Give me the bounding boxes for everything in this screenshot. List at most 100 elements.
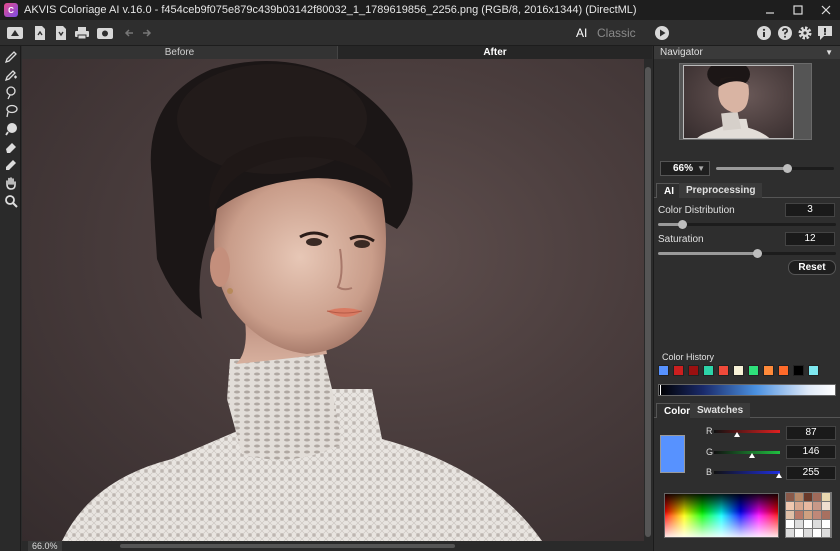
minimize-button[interactable] bbox=[756, 0, 784, 20]
help-button[interactable] bbox=[776, 24, 794, 42]
gradient-left-marker[interactable] bbox=[660, 385, 661, 395]
tab-after[interactable]: After bbox=[337, 46, 652, 59]
vertical-scroll-thumb[interactable] bbox=[645, 67, 651, 537]
mini-swatch[interactable] bbox=[795, 511, 803, 519]
mini-swatch[interactable] bbox=[795, 502, 803, 510]
color-history-swatch[interactable] bbox=[658, 365, 669, 376]
tab-swatches[interactable]: Swatches bbox=[690, 403, 751, 418]
blue-value-field[interactable]: 255 bbox=[786, 466, 836, 480]
mini-swatch-grid[interactable] bbox=[785, 492, 832, 538]
color-history-swatch[interactable] bbox=[793, 365, 804, 376]
color-history-swatch[interactable] bbox=[733, 365, 744, 376]
color-spectrum-picker[interactable] bbox=[664, 493, 779, 538]
mini-swatch[interactable] bbox=[795, 529, 803, 537]
print-button[interactable] bbox=[73, 24, 91, 42]
green-slider-knob[interactable] bbox=[749, 453, 755, 458]
mini-swatch[interactable] bbox=[795, 493, 803, 501]
mini-swatch[interactable] bbox=[813, 502, 821, 510]
mini-swatch[interactable] bbox=[813, 493, 821, 501]
color-history-swatch[interactable] bbox=[673, 365, 684, 376]
magnifier-icon bbox=[4, 194, 18, 208]
saturation-knob[interactable] bbox=[753, 249, 762, 258]
notifications-button[interactable] bbox=[816, 24, 834, 42]
tab-preprocessing[interactable]: Preprocessing bbox=[679, 183, 763, 198]
info-button[interactable] bbox=[755, 24, 773, 42]
red-slider[interactable] bbox=[714, 430, 780, 437]
navigator-header[interactable]: Navigator ▼ bbox=[654, 46, 840, 59]
keep-color-tool[interactable] bbox=[2, 84, 19, 101]
undo-button[interactable] bbox=[120, 24, 138, 42]
batch-button[interactable] bbox=[96, 24, 114, 42]
green-slider[interactable] bbox=[714, 451, 780, 458]
mini-swatch[interactable] bbox=[804, 520, 812, 528]
mini-swatch[interactable] bbox=[786, 493, 794, 501]
open-file-button[interactable] bbox=[31, 24, 49, 42]
color-history-swatch[interactable] bbox=[778, 365, 789, 376]
mini-swatch[interactable] bbox=[813, 511, 821, 519]
pencil-tool[interactable] bbox=[2, 48, 19, 65]
maximize-button[interactable] bbox=[784, 0, 812, 20]
color-stroke-tool[interactable] bbox=[2, 66, 19, 83]
eyedropper-tool[interactable] bbox=[2, 156, 19, 173]
mini-swatch[interactable] bbox=[813, 529, 821, 537]
mini-swatch[interactable] bbox=[786, 502, 794, 510]
mini-swatch[interactable] bbox=[795, 520, 803, 528]
green-value-field[interactable]: 146 bbox=[786, 445, 836, 459]
color-history-swatch[interactable] bbox=[688, 365, 699, 376]
redo-button[interactable] bbox=[138, 24, 156, 42]
save-file-button[interactable] bbox=[52, 24, 70, 42]
mini-swatch[interactable] bbox=[822, 511, 830, 519]
saturation-slider[interactable] bbox=[658, 249, 836, 258]
blue-slider[interactable] bbox=[714, 471, 782, 478]
zoom-tool[interactable] bbox=[2, 192, 19, 209]
arrow-left-icon bbox=[124, 29, 133, 37]
mini-swatch[interactable] bbox=[786, 529, 794, 537]
mini-swatch[interactable] bbox=[786, 520, 794, 528]
mini-swatch[interactable] bbox=[786, 511, 794, 519]
hand-tool[interactable] bbox=[2, 174, 19, 191]
color-distribution-slider[interactable] bbox=[658, 220, 836, 229]
color-distribution-field[interactable]: 3 bbox=[785, 203, 835, 217]
horizontal-scroll-thumb[interactable] bbox=[120, 544, 455, 548]
mini-swatch[interactable] bbox=[804, 502, 812, 510]
home-button[interactable] bbox=[6, 24, 24, 42]
color-history-swatch[interactable] bbox=[763, 365, 774, 376]
eraser-tool[interactable] bbox=[2, 138, 19, 155]
magic-wand-tool[interactable] bbox=[2, 120, 19, 137]
blue-slider-knob[interactable] bbox=[776, 473, 782, 478]
color-history-swatch[interactable] bbox=[748, 365, 759, 376]
color-history-swatch[interactable] bbox=[808, 365, 819, 376]
vertical-scrollbar[interactable] bbox=[644, 59, 652, 541]
red-value-field[interactable]: 87 bbox=[786, 426, 836, 440]
mode-classic-tab[interactable]: Classic bbox=[597, 26, 636, 40]
red-slider-knob[interactable] bbox=[734, 432, 740, 437]
close-button[interactable] bbox=[812, 0, 840, 20]
mini-swatch[interactable] bbox=[804, 493, 812, 501]
run-button[interactable] bbox=[653, 24, 671, 42]
lasso-tool[interactable] bbox=[2, 102, 19, 119]
navigator-preview[interactable] bbox=[679, 63, 812, 140]
tab-before[interactable]: Before bbox=[22, 46, 337, 59]
mini-swatch[interactable] bbox=[804, 529, 812, 537]
zoom-slider[interactable] bbox=[716, 164, 834, 173]
mode-ai-tab[interactable]: AI bbox=[576, 26, 587, 40]
color-history-gradient[interactable] bbox=[658, 384, 836, 396]
mini-swatch[interactable] bbox=[804, 511, 812, 519]
mini-swatch[interactable] bbox=[822, 520, 830, 528]
color-distribution-knob[interactable] bbox=[678, 220, 687, 229]
settings-button[interactable] bbox=[796, 24, 814, 42]
mini-swatch[interactable] bbox=[822, 493, 830, 501]
mini-swatch[interactable] bbox=[822, 502, 830, 510]
mini-swatch[interactable] bbox=[813, 520, 821, 528]
reset-button[interactable]: Reset bbox=[788, 260, 836, 275]
color-history-swatch[interactable] bbox=[703, 365, 714, 376]
mini-swatch[interactable] bbox=[822, 529, 830, 537]
saturation-field[interactable]: 12 bbox=[785, 232, 835, 246]
zoom-slider-knob[interactable] bbox=[782, 164, 792, 173]
image-canvas[interactable] bbox=[22, 59, 644, 541]
zoom-dropdown[interactable]: 66% ▼ bbox=[660, 161, 710, 176]
collapse-icon[interactable]: ▼ bbox=[825, 46, 833, 59]
color-history-swatch[interactable] bbox=[718, 365, 729, 376]
gradient-right-marker[interactable] bbox=[834, 385, 835, 395]
current-color-swatch[interactable] bbox=[660, 435, 685, 473]
